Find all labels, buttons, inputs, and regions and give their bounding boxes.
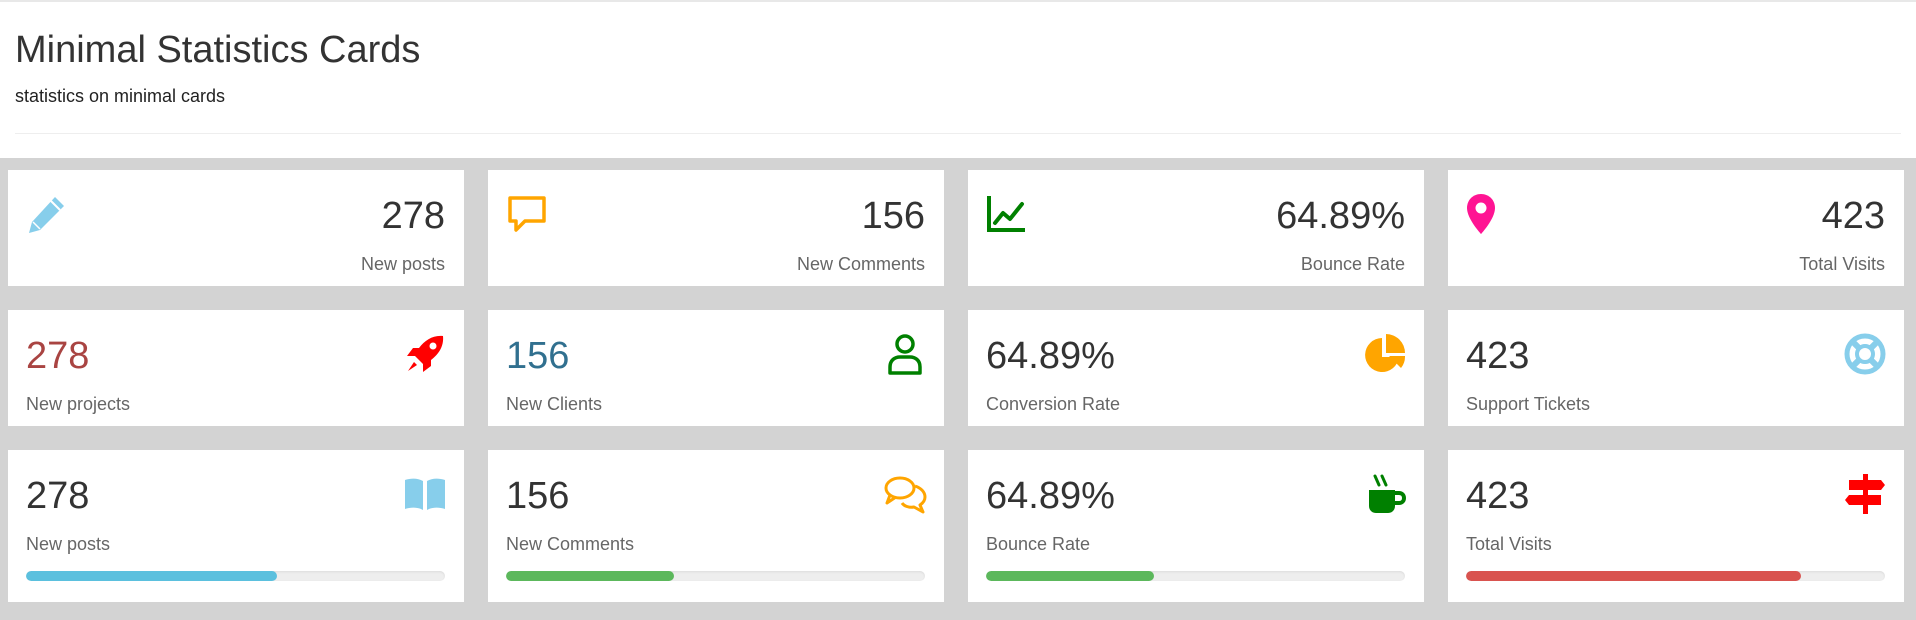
stat-value: 156: [506, 335, 570, 377]
stat-value: 64.89%: [986, 335, 1115, 377]
progress-bar: [986, 571, 1405, 581]
stat-card-total-visits-progress: 423 Total Visits: [1448, 450, 1904, 602]
stat-value: 156: [506, 475, 570, 517]
stat-card-bounce-rate: 64.89% Bounce Rate: [968, 170, 1424, 286]
comment-icon: [505, 192, 549, 236]
pie-chart-icon: [1363, 332, 1407, 376]
stat-label: New posts: [26, 534, 111, 554]
stat-card-new-projects: 278 New projects: [8, 310, 464, 426]
stat-card-new-comments: 156 New Comments: [488, 170, 944, 286]
stat-label: New Comments: [506, 534, 635, 554]
header-divider: [15, 133, 1901, 134]
signpost-icon: [1843, 472, 1887, 516]
stat-label: Total Visits: [1466, 534, 1552, 554]
stat-label: New Comments: [796, 254, 925, 274]
stat-card-support-tickets: 423 Support Tickets: [1448, 310, 1904, 426]
coffee-cup-icon: [1363, 472, 1407, 516]
page-title: Minimal Statistics Cards: [15, 29, 421, 71]
comments-icon: [883, 472, 927, 516]
stat-value: 278: [26, 475, 90, 517]
stat-label: New posts: [360, 254, 445, 274]
stat-card-new-clients: 156 New Clients: [488, 310, 944, 426]
stat-label: New Clients: [506, 394, 603, 414]
stat-value: 423: [1821, 195, 1885, 237]
stat-label: Support Tickets: [1466, 394, 1591, 414]
stat-value: 423: [1466, 335, 1530, 377]
page-header: Minimal Statistics Cards statistics on m…: [0, 2, 1916, 160]
book-open-icon: [403, 472, 447, 516]
stat-card-new-comments-progress: 156 New Comments: [488, 450, 944, 602]
stat-value: 64.89%: [986, 475, 1115, 517]
stat-value: 278: [26, 335, 90, 377]
stat-card-conversion-rate: 64.89% Conversion Rate: [968, 310, 1424, 426]
stat-label: Total Visits: [1799, 254, 1885, 274]
pencil-icon: [25, 192, 69, 236]
progress-bar-fill: [1466, 571, 1802, 581]
stat-label: Bounce Rate: [986, 534, 1091, 554]
rocket-icon: [403, 332, 447, 376]
stat-value: 156: [861, 195, 925, 237]
progress-bar: [1466, 571, 1885, 581]
page-subtitle: statistics on minimal cards: [15, 86, 226, 106]
stat-card-new-posts-progress: 278 New posts: [8, 450, 464, 602]
progress-bar-fill: [26, 571, 278, 581]
stat-value: 278: [381, 195, 445, 237]
map-pin-icon: [1465, 192, 1509, 236]
stat-card-new-posts: 278 New posts: [8, 170, 464, 286]
life-ring-icon: [1843, 332, 1887, 376]
stat-label: Conversion Rate: [986, 394, 1121, 414]
progress-bar: [506, 571, 925, 581]
user-icon: [883, 332, 927, 376]
stat-value: 423: [1466, 475, 1530, 517]
stat-card-bounce-rate-progress: 64.89% Bounce Rate: [968, 450, 1424, 602]
stat-label: New projects: [26, 394, 131, 414]
progress-bar-fill: [986, 571, 1154, 581]
stat-value: 64.89%: [1276, 195, 1405, 237]
line-chart-icon: [985, 192, 1029, 236]
stat-label: Bounce Rate: [1300, 254, 1405, 274]
stats-grid: 278 New posts 156 New Comments 64.89% Bo…: [0, 158, 1916, 620]
progress-bar-fill: [506, 571, 674, 581]
progress-bar: [26, 571, 445, 581]
stat-card-total-visits: 423 Total Visits: [1448, 170, 1904, 286]
